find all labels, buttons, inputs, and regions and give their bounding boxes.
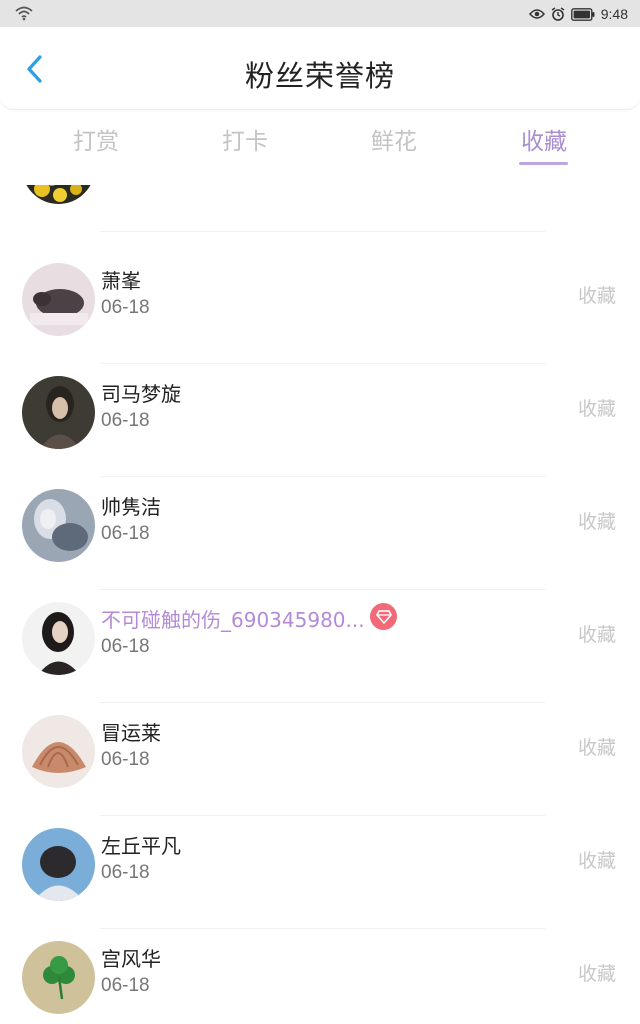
vip-badge xyxy=(370,603,397,630)
user-name: 左丘平凡 xyxy=(101,834,181,858)
action-label: 收藏 xyxy=(578,511,617,533)
header: 粉丝荣誉榜 xyxy=(0,27,640,110)
eye-icon xyxy=(528,9,545,19)
user-name: 不可碰触的伤_690345980... xyxy=(101,608,365,632)
action-label: 收藏 xyxy=(578,963,617,985)
list-item[interactable]: 司马梦旋 06-18 收藏 xyxy=(0,364,640,477)
avatar xyxy=(22,376,95,449)
user-name: 司马梦旋 xyxy=(101,382,181,406)
avatar xyxy=(22,715,95,788)
diamond-icon xyxy=(375,609,392,624)
date: 06-18 xyxy=(101,749,150,770)
action-label: 收藏 xyxy=(578,285,617,307)
list-item[interactable]: 帅隽洁 06-18 收藏 xyxy=(0,477,640,590)
user-name: 冒运莱 xyxy=(101,721,161,745)
user-name: 帅隽洁 xyxy=(101,495,161,519)
list-item[interactable]: 不可碰触的伤_690345980... 06-18 收藏 xyxy=(0,590,640,703)
tab-checkin[interactable]: 打卡 xyxy=(185,122,305,156)
action-label: 收藏 xyxy=(578,850,617,872)
fan-list: 06-19 收藏 萧峯 06-18 收藏 司马梦旋 06-18 xyxy=(0,185,640,1024)
avatar xyxy=(22,941,95,1014)
list-item[interactable]: 宫风华 06-18 收藏 xyxy=(0,929,640,1024)
active-tab-indicator xyxy=(519,162,568,165)
date: 06-18 xyxy=(101,862,150,883)
tab-favorites[interactable]: 收藏 xyxy=(484,122,604,156)
date: 06-18 xyxy=(101,297,150,318)
avatar xyxy=(22,828,95,901)
divider xyxy=(100,231,545,232)
list-item[interactable]: 06-19 收藏 xyxy=(0,185,640,232)
date: 06-19 xyxy=(101,185,150,187)
date: 06-18 xyxy=(101,975,150,996)
tab-flowers[interactable]: 鲜花 xyxy=(334,122,454,156)
list-item[interactable]: 左丘平凡 06-18 收藏 xyxy=(0,816,640,929)
date: 06-18 xyxy=(101,636,150,657)
avatar xyxy=(22,489,95,562)
avatar xyxy=(22,263,95,336)
action-label: 收藏 xyxy=(578,398,617,420)
list-item[interactable]: 萧峯 06-18 收藏 xyxy=(0,251,640,364)
user-name: 萧峯 xyxy=(101,269,141,293)
action-label: 收藏 xyxy=(578,737,617,759)
list-item[interactable]: 冒运莱 06-18 收藏 xyxy=(0,703,640,816)
tab-tip[interactable]: 打赏 xyxy=(36,122,156,156)
avatar xyxy=(22,185,95,204)
battery-icon xyxy=(570,7,595,21)
action-label: 收藏 xyxy=(578,624,617,646)
avatar xyxy=(22,602,95,675)
status-bar: 9:48 xyxy=(0,0,640,27)
date: 06-18 xyxy=(101,523,150,544)
wifi-icon xyxy=(15,6,33,21)
user-name: 宫风华 xyxy=(101,947,161,971)
date: 06-18 xyxy=(101,410,150,431)
alarm-icon xyxy=(551,7,565,21)
status-time: 9:48 xyxy=(600,6,628,22)
page-title: 粉丝荣誉榜 xyxy=(244,59,395,93)
